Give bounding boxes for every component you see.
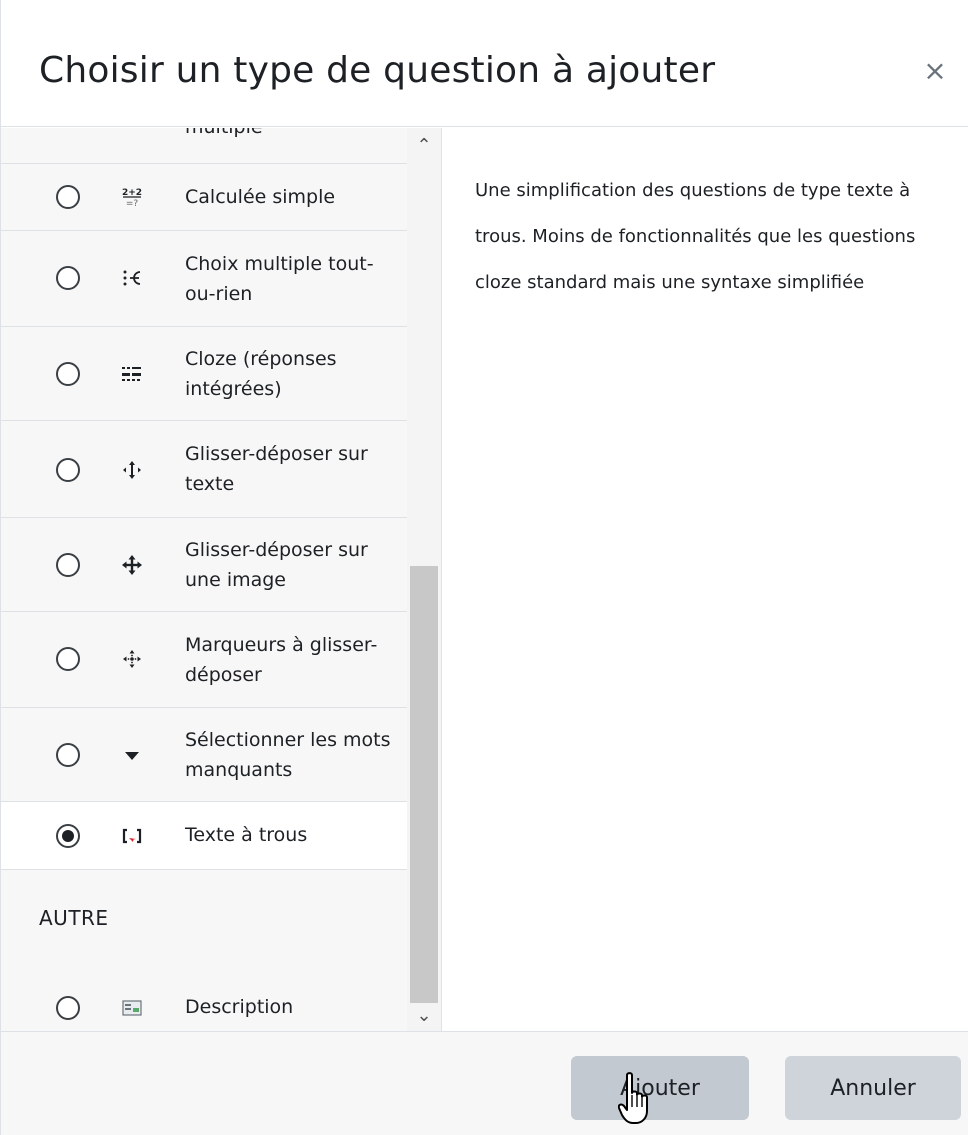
svg-text:=?: =?: [126, 199, 139, 209]
option-select-missing-words[interactable]: Sélectionner les mots manquants: [1, 708, 407, 802]
option-gapfill[interactable]: Texte à trous: [1, 802, 407, 870]
option-radio[interactable]: [56, 266, 80, 290]
option-calculated-simple[interactable]: 2+2 =? Calculée simple: [1, 164, 407, 231]
gapfill-icon: [116, 820, 148, 852]
close-button[interactable]: ×: [919, 53, 951, 89]
option-label: multiple: [185, 128, 395, 142]
drag-drop-image-icon: [116, 549, 148, 581]
option-drag-drop-image[interactable]: Glisser-déposer sur une image: [1, 518, 407, 612]
calculated-simple-icon: 2+2 =?: [116, 181, 148, 213]
option-label: Choix multiple tout-ou-rien: [185, 253, 374, 305]
option-label: Description: [185, 996, 294, 1018]
option-radio[interactable]: [56, 362, 80, 386]
drag-drop-text-icon: [116, 454, 148, 486]
option-label: Calculée simple: [185, 186, 336, 208]
option-description[interactable]: Description: [1, 974, 407, 1031]
section-heading-other: AUTRE: [1, 870, 407, 974]
question-type-list: multiple 2+2=? Calculée simple Choix mul…: [1, 128, 441, 1031]
option-radio[interactable]: [56, 996, 80, 1020]
multichoice-all-or-nothing-icon: [116, 262, 148, 294]
option-label: Glisser-déposer sur une image: [185, 539, 368, 591]
description-icon: [116, 992, 148, 1024]
cloze-icon: [116, 358, 148, 390]
option-radio[interactable]: [56, 185, 80, 209]
drag-drop-markers-icon: [116, 643, 148, 675]
option-radio[interactable]: [56, 743, 80, 767]
dialog-title: Choisir un type de question à ajouter: [39, 50, 716, 91]
option-radio[interactable]: [56, 647, 80, 671]
cancel-button[interactable]: Annuler: [785, 1056, 961, 1120]
list-scrollbar[interactable]: ⌃ ⌄: [407, 128, 441, 1031]
section-heading-label: AUTRE: [39, 906, 109, 930]
option-drag-drop-markers[interactable]: Marqueurs à glisser-déposer: [1, 612, 407, 708]
option-cloze[interactable]: Cloze (réponses intégrées): [1, 327, 407, 421]
dialog-header: Choisir un type de question à ajouter ×: [1, 0, 968, 127]
hand-cursor-icon: [618, 1072, 648, 1124]
scroll-down-arrow-icon[interactable]: ⌄: [407, 1004, 441, 1028]
option-multichoice-all-or-nothing[interactable]: Choix multiple tout-ou-rien: [1, 231, 407, 327]
option-label: Sélectionner les mots manquants: [185, 729, 391, 781]
select-missing-words-icon: [116, 739, 148, 771]
option-label: Marqueurs à glisser-déposer: [185, 634, 378, 686]
summary-text: Une simplification des questions de type…: [475, 180, 916, 293]
option-label: Cloze (réponses intégrées): [185, 348, 337, 400]
add-button[interactable]: Ajouter: [571, 1056, 749, 1120]
option-radio-checked[interactable]: [56, 824, 80, 848]
option-label: Glisser-déposer sur texte: [185, 443, 368, 495]
dialog-footer: Ajouter Annuler: [1, 1031, 968, 1135]
option-drag-drop-text[interactable]: Glisser-déposer sur texte: [1, 421, 407, 518]
close-icon: ×: [923, 54, 947, 87]
dialog-body: multiple 2+2=? Calculée simple Choix mul…: [1, 128, 968, 1031]
option-radio[interactable]: [56, 458, 80, 482]
option-radio[interactable]: [56, 553, 80, 577]
option-list: multiple 2+2=? Calculée simple Choix mul…: [1, 128, 407, 1031]
question-type-summary: Une simplification des questions de type…: [441, 128, 968, 1031]
option-multichoice[interactable]: multiple: [1, 128, 407, 164]
scroll-up-arrow-icon[interactable]: ⌃: [407, 134, 441, 158]
question-chooser-dialog: Choisir un type de question à ajouter × …: [0, 0, 968, 1135]
scrollbar-thumb[interactable]: [410, 566, 438, 1003]
option-label: Texte à trous: [185, 824, 308, 846]
